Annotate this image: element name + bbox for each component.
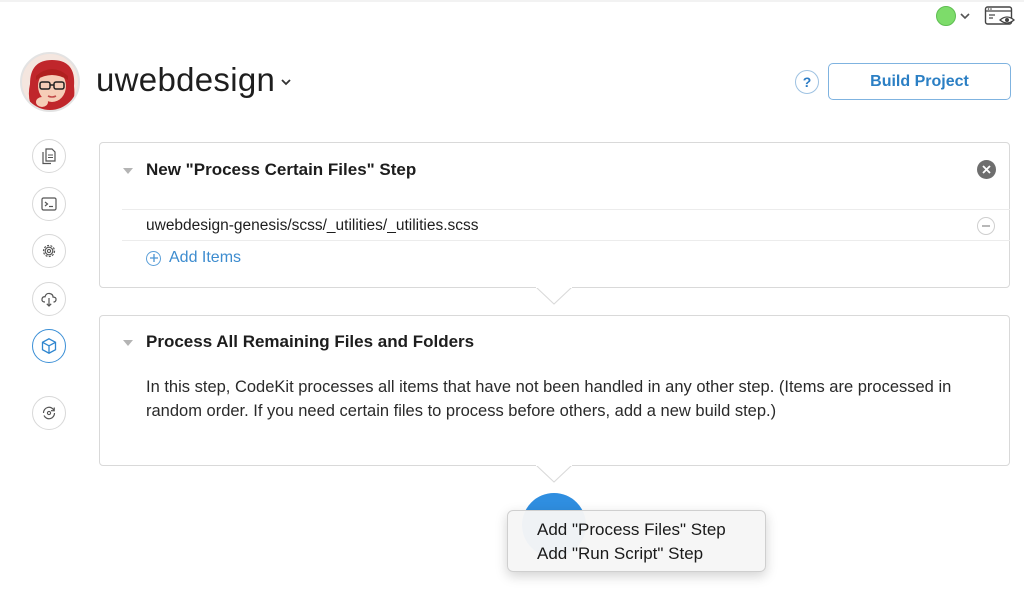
sidebar-item-build[interactable] — [32, 329, 66, 363]
server-status[interactable] — [936, 6, 971, 26]
plus-circle-icon — [146, 250, 161, 266]
sidebar-item-settings[interactable] — [32, 234, 66, 268]
files-icon — [42, 148, 56, 165]
project-title[interactable]: uwebdesign — [96, 58, 275, 102]
build-step-card: New "Process Certain Files" Step uwebdes… — [99, 142, 1010, 288]
menu-item-add-process-files[interactable]: Add "Process Files" Step — [508, 518, 765, 542]
sidebar-item-hooks[interactable] — [32, 187, 66, 221]
add-step-menu: Add "Process Files" Step Add "Run Script… — [507, 510, 766, 572]
close-icon — [982, 165, 991, 174]
package-icon — [41, 338, 57, 354]
step-title: New "Process Certain Files" Step — [146, 160, 417, 179]
minus-icon — [982, 225, 990, 227]
menu-item-add-run-script[interactable]: Add "Run Script" Step — [508, 542, 765, 566]
step-title: Process All Remaining Files and Folders — [146, 332, 475, 351]
step-connector-arrow — [536, 287, 572, 305]
build-step-card: Process All Remaining Files and Folders … — [99, 315, 1010, 466]
step-connector-arrow — [536, 465, 572, 483]
sync-icon — [42, 406, 56, 420]
help-button[interactable]: ? — [795, 70, 819, 94]
title-strip — [0, 0, 1024, 2]
chevron-down-icon[interactable] — [279, 76, 293, 88]
file-list-row: uwebdesign-genesis/scss/_utilities/_util… — [122, 209, 1010, 241]
avatar-illustration — [22, 54, 78, 110]
disclosure-triangle-icon[interactable] — [122, 339, 134, 347]
chevron-down-icon — [960, 13, 970, 20]
sidebar-item-files[interactable] — [32, 139, 66, 173]
remove-file-button[interactable] — [977, 217, 995, 235]
disclosure-triangle-icon[interactable] — [122, 167, 134, 175]
browser-preview-icon[interactable] — [984, 5, 1016, 27]
sidebar-item-sync[interactable] — [32, 396, 66, 430]
sidebar-item-cloud[interactable] — [32, 282, 66, 316]
step-description: In this step, CodeKit processes all item… — [146, 378, 952, 420]
status-dot-icon — [936, 6, 956, 26]
avatar[interactable] — [20, 52, 80, 112]
cloud-download-icon — [41, 292, 57, 307]
terminal-icon — [41, 197, 57, 211]
gear-icon — [42, 244, 56, 258]
add-items-button[interactable]: Add Items — [146, 249, 241, 267]
remove-step-button[interactable] — [977, 160, 996, 179]
build-project-button[interactable]: Build Project — [828, 63, 1011, 100]
file-path: uwebdesign-genesis/scss/_utilities/_util… — [146, 217, 479, 234]
add-items-label: Add Items — [169, 249, 242, 266]
